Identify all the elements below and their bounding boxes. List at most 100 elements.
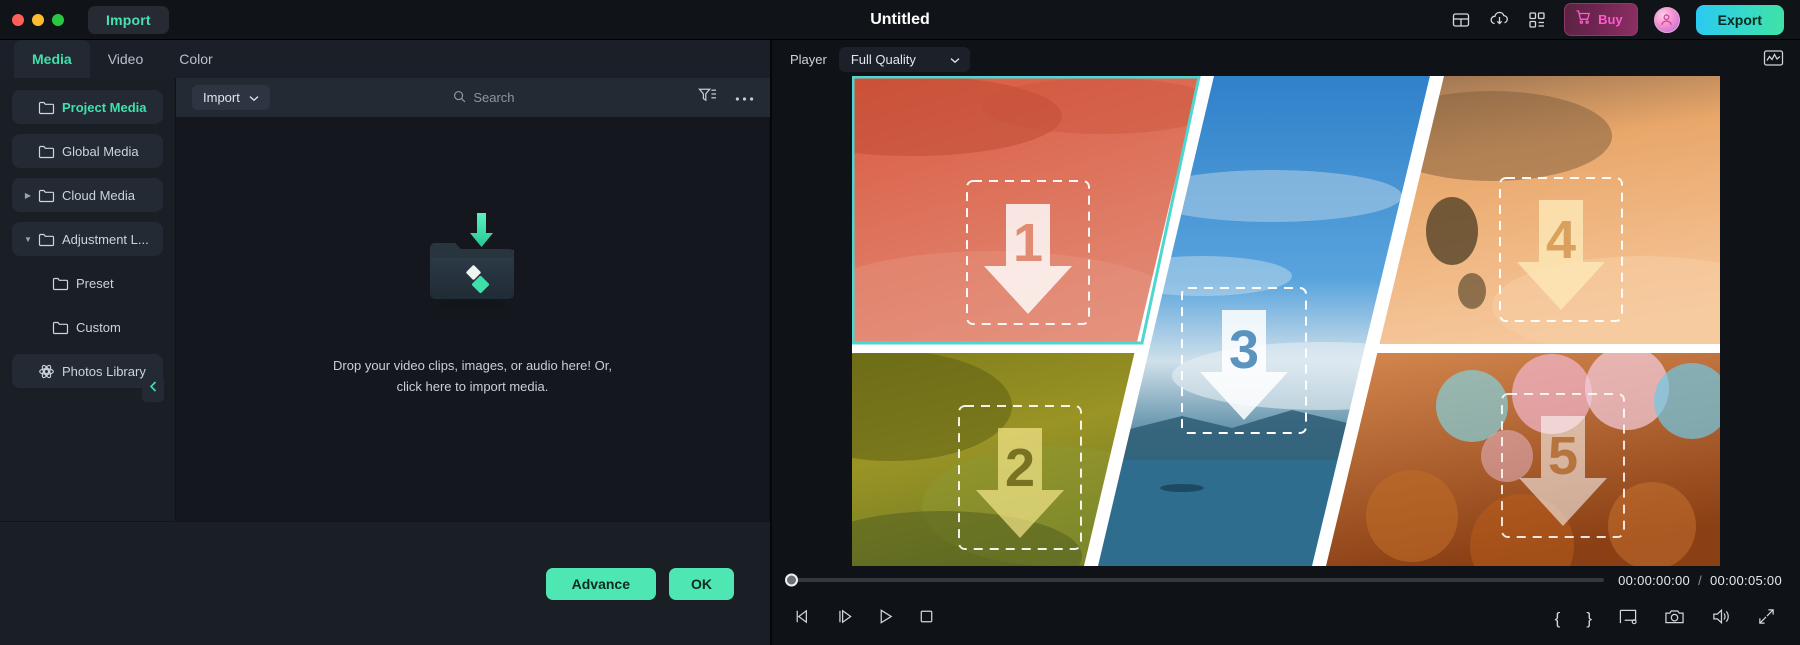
player-tools: { } — [1555, 607, 1782, 631]
player-controls: 00:00:00:00 / 00:00:05:00 {} — [772, 563, 1800, 645]
svg-text:4: 4 — [1546, 210, 1576, 270]
sidebar-item-global-media[interactable]: Global Media — [12, 134, 163, 168]
stop-button[interactable] — [917, 607, 936, 631]
sidebar-item-label: Custom — [76, 319, 121, 335]
svg-text:5: 5 — [1548, 426, 1578, 486]
sidebar-item-adjustment-layer[interactable]: ▼ Adjustment L... — [12, 222, 163, 256]
grid-apps-icon[interactable] — [1526, 9, 1548, 31]
close-window-button[interactable] — [12, 13, 24, 26]
import-dropdown-label: Import — [203, 90, 240, 105]
preview-stage: 1 2 3 4 5 — [772, 75, 1800, 566]
app-window: Import Untitled Buy Export Media Video C… — [0, 0, 1800, 645]
folder-icon — [48, 276, 72, 291]
waveform-scope-icon[interactable] — [1763, 49, 1784, 70]
cloud-download-icon[interactable] — [1488, 9, 1510, 31]
svg-text:3: 3 — [1229, 320, 1259, 380]
panel-tabs: Media Video Color — [0, 40, 770, 78]
sidebar-item-label: Preset — [76, 275, 114, 291]
dropzone-text: Drop your video clips, images, or audio … — [333, 356, 612, 396]
buy-button[interactable]: Buy — [1564, 3, 1638, 36]
media-dropzone[interactable]: Drop your video clips, images, or audio … — [176, 118, 770, 521]
sidebar-item-label: Project Media — [62, 99, 147, 115]
import-dropdown[interactable]: Import — [192, 85, 270, 110]
main-body: Media Video Color Project Media Global M… — [0, 40, 1800, 645]
folder-icon — [34, 188, 58, 203]
playhead-handle[interactable] — [785, 573, 798, 587]
sidebar-item-photos-library[interactable]: Photos Library — [12, 354, 163, 388]
player-panel: Player Full Quality 1 2 3 4 5 00:00:00:0… — [772, 40, 1800, 645]
search-input[interactable]: Search — [270, 90, 698, 106]
chevron-left-icon — [148, 380, 159, 398]
scrubber-row: 00:00:00:00 / 00:00:05:00 — [785, 563, 1782, 597]
speaker-icon[interactable] — [1711, 607, 1731, 631]
quality-value: Full Quality — [850, 51, 916, 67]
sidebar-item-cloud-media[interactable]: ▶ Cloud Media — [12, 178, 163, 212]
avatar[interactable] — [1653, 6, 1680, 33]
titlebar-actions: Buy Export — [1450, 3, 1800, 36]
folder-icon — [34, 100, 58, 115]
mark-out-button[interactable]: } — [1586, 609, 1592, 629]
player-label: Player — [790, 51, 827, 67]
media-content: Import Search Drop your video clips, ima… — [176, 78, 770, 521]
current-timecode: 00:00:00:00 — [1618, 572, 1691, 588]
dropzone-line-2: click here to import media. — [396, 378, 549, 394]
prev-frame-button[interactable] — [794, 607, 813, 631]
window-traffic-lights — [0, 13, 64, 26]
svg-text:2: 2 — [1005, 438, 1035, 498]
titlebar-import-button[interactable]: Import — [88, 5, 169, 34]
monitor-icon[interactable] — [1450, 9, 1472, 31]
sidebar-item-preset[interactable]: Preset — [12, 266, 163, 300]
dropzone-content: Drop your video clips, images, or audio … — [333, 212, 612, 396]
play-button[interactable] — [876, 607, 895, 631]
monitor-settings-icon[interactable] — [1618, 607, 1638, 631]
expand-icon[interactable] — [1757, 607, 1776, 631]
media-browser: Project Media Global Media ▶ Cloud Media… — [0, 78, 770, 521]
sidebar-item-custom[interactable]: Custom — [12, 310, 163, 344]
timecode-separator: / — [1698, 572, 1703, 588]
sidebar-item-label: Global Media — [62, 143, 139, 159]
left-panel: Media Video Color Project Media Global M… — [0, 40, 772, 645]
photos-library-icon — [34, 363, 58, 380]
folder-import-icon — [412, 212, 532, 322]
minimize-window-button[interactable] — [32, 13, 44, 26]
tab-video[interactable]: Video — [90, 40, 162, 78]
next-frame-button[interactable] — [835, 607, 854, 631]
filter-sort-icon[interactable] — [698, 87, 717, 109]
advance-button[interactable]: Advance — [545, 567, 656, 600]
transport-row: { } — [790, 597, 1782, 641]
chevron-right-icon[interactable]: ▶ — [22, 191, 34, 200]
ok-button[interactable]: OK — [669, 567, 734, 600]
sidebar-item-label: Photos Library — [62, 363, 146, 379]
search-placeholder: Search — [473, 90, 515, 105]
export-button[interactable]: Export — [1695, 4, 1784, 35]
cart-icon — [1575, 9, 1591, 30]
sidebar-item-project-media[interactable]: Project Media — [12, 90, 163, 124]
folder-icon — [34, 144, 58, 159]
buy-label: Buy — [1598, 12, 1623, 27]
search-icon — [453, 90, 466, 106]
title-bar: Import Untitled Buy Export — [0, 0, 1800, 40]
folder-icon — [48, 320, 72, 335]
media-toolbar: Import Search — [176, 78, 770, 118]
tab-media[interactable]: Media — [14, 40, 90, 78]
more-horizontal-icon[interactable] — [735, 89, 754, 107]
video-preview[interactable]: 1 2 3 4 5 — [852, 75, 1720, 566]
split-screen-template: 1 2 3 4 5 — [852, 75, 1720, 566]
mark-in-button[interactable]: { — [1555, 609, 1561, 629]
media-tool-icons — [698, 87, 754, 109]
folder-icon — [34, 232, 58, 247]
transport-controls — [790, 607, 936, 631]
chevron-down-icon — [950, 52, 960, 67]
quality-dropdown[interactable]: Full Quality — [838, 46, 970, 72]
maximize-window-button[interactable] — [52, 13, 64, 26]
camera-icon[interactable] — [1664, 607, 1685, 631]
chevron-down-icon[interactable]: ▼ — [22, 235, 34, 244]
tab-color[interactable]: Color — [161, 40, 230, 78]
left-panel-footer: Advance OK — [0, 521, 770, 645]
chevron-down-icon — [249, 90, 259, 105]
dropzone-line-1: Drop your video clips, images, or audio … — [333, 358, 612, 374]
player-header: Player Full Quality — [772, 40, 1800, 78]
timeline-scrubber[interactable] — [785, 573, 1605, 587]
sidebar-item-label: Cloud Media — [62, 187, 135, 203]
sidebar-collapse-button[interactable] — [142, 376, 164, 402]
